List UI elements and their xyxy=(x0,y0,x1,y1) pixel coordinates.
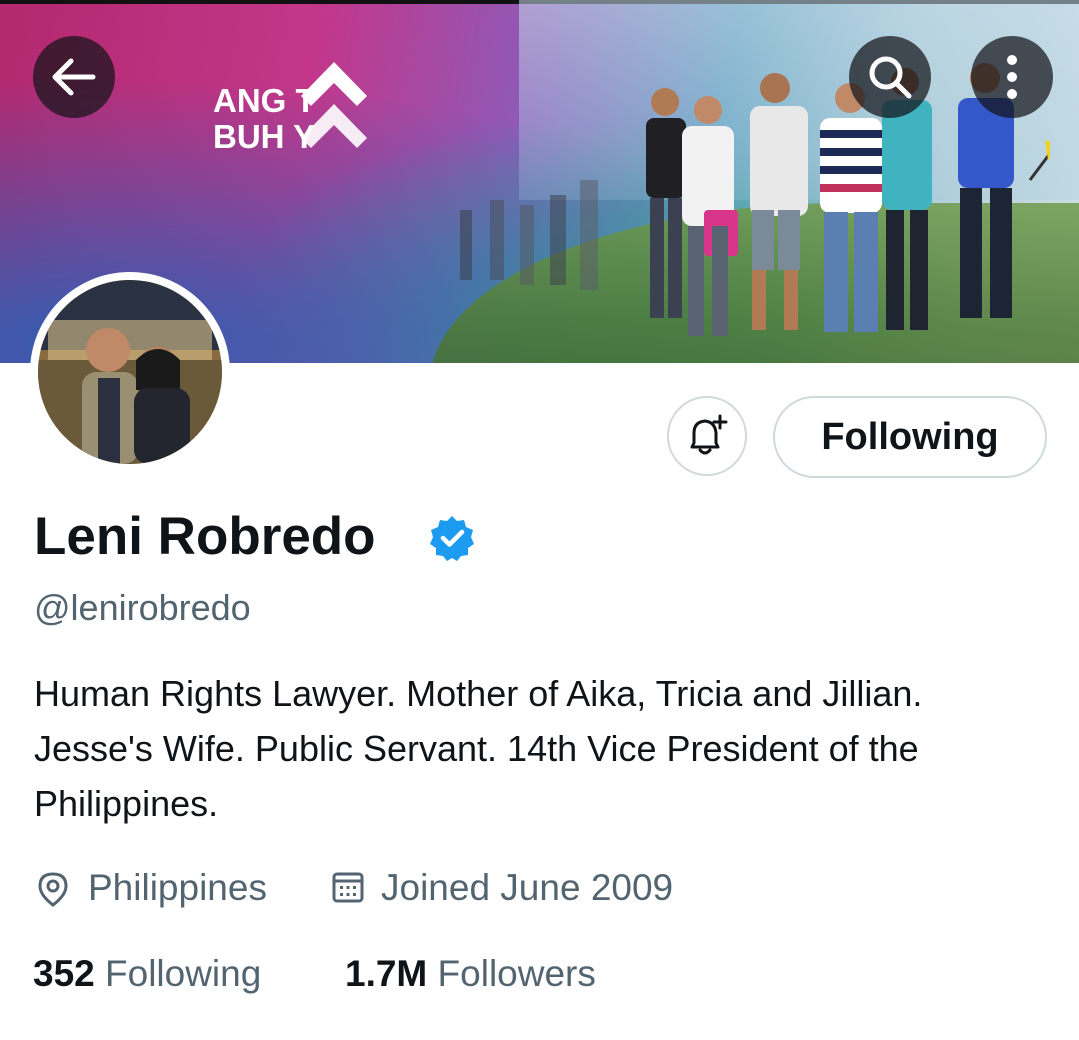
more-options-button[interactable] xyxy=(971,36,1053,118)
profile-name: Leni Robredo xyxy=(34,507,376,566)
calendar-icon xyxy=(332,872,364,903)
followers-label: Followers xyxy=(437,953,596,994)
bell-plus-icon xyxy=(690,414,728,455)
verified-badge-icon[interactable] xyxy=(428,514,476,562)
banner-logo: ANG T BUH Y xyxy=(213,62,383,156)
logo-chevron-icon xyxy=(301,62,367,148)
following-label: Following xyxy=(105,953,262,994)
banner-crowd-photo xyxy=(460,63,1050,336)
profile-location: Philippines xyxy=(88,867,267,908)
avatar xyxy=(38,280,222,464)
followers-stat[interactable]: 1.7M Followers xyxy=(345,950,596,998)
followers-count: 1.7M xyxy=(345,953,428,994)
search-icon xyxy=(869,56,912,99)
following-stat[interactable]: 352 Following xyxy=(33,950,261,998)
profile-handle: @lenirobredo xyxy=(34,587,251,628)
arrow-left-icon xyxy=(52,58,96,96)
profile-joined-date: Joined June 2009 xyxy=(381,867,674,908)
notifications-button[interactable] xyxy=(667,396,747,476)
more-vertical-icon xyxy=(1007,55,1017,99)
following-count: 352 xyxy=(33,953,95,994)
location-pin-icon xyxy=(38,872,68,907)
profile-bio: Human Rights Lawyer. Mother of Aika, Tri… xyxy=(34,673,923,824)
following-button[interactable]: Following xyxy=(773,396,1047,478)
avatar-photo xyxy=(38,280,222,464)
profile-avatar-frame[interactable] xyxy=(30,272,230,472)
search-button[interactable] xyxy=(849,36,931,118)
back-button[interactable] xyxy=(33,36,115,118)
